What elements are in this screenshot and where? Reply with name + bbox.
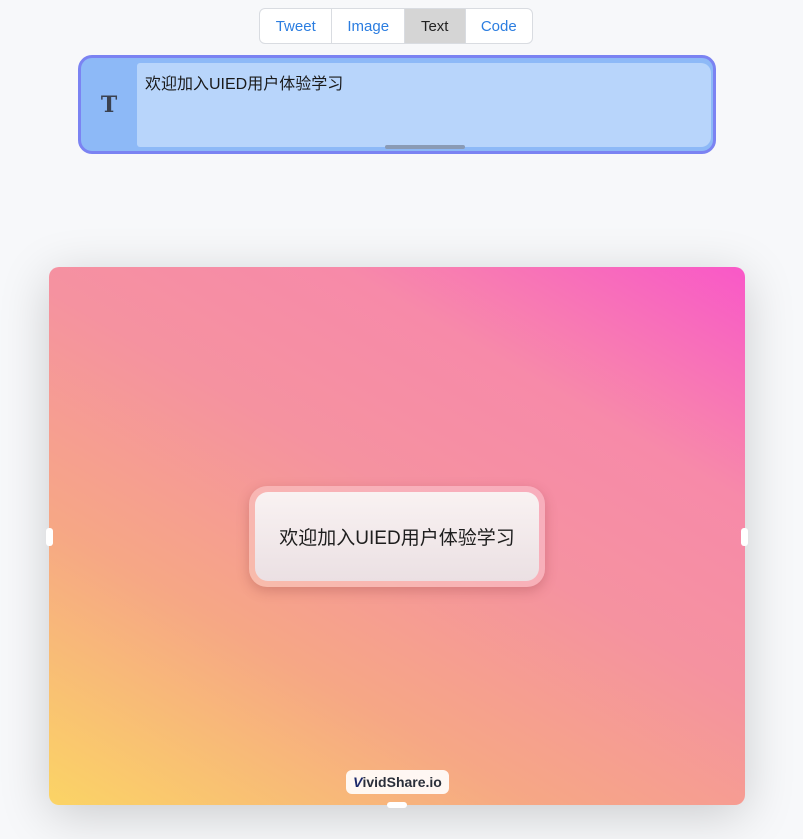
text-input[interactable]: 欢迎加入UIED用户体验学习 xyxy=(137,63,711,147)
mode-tabs: Tweet Image Text Code xyxy=(259,8,533,44)
page: Tweet Image Text Code T 欢迎加入UIED用户体验学习 欢… xyxy=(0,0,803,839)
left-resize-handle[interactable] xyxy=(46,528,53,546)
text-card: 欢迎加入UIED用户体验学习 xyxy=(249,486,545,587)
bottom-resize-handle[interactable] xyxy=(387,802,407,808)
text-type-icon: T xyxy=(100,91,118,118)
right-resize-handle[interactable] xyxy=(741,528,748,546)
text-editor-panel: T 欢迎加入UIED用户体验学习 xyxy=(78,55,716,154)
watermark-badge[interactable]: VividShare.io xyxy=(346,770,449,794)
tab-code[interactable]: Code xyxy=(466,9,533,43)
resize-handle[interactable] xyxy=(385,145,465,149)
tab-text[interactable]: Text xyxy=(404,9,466,43)
tab-image[interactable]: Image xyxy=(332,9,405,43)
watermark-text: ividShare.io xyxy=(362,774,442,790)
watermark-logo-letter: V xyxy=(353,774,363,790)
tab-tweet[interactable]: Tweet xyxy=(260,9,333,43)
preview-canvas: 欢迎加入UIED用户体验学习 VividShare.io xyxy=(46,267,748,808)
card-text: 欢迎加入UIED用户体验学习 xyxy=(255,492,539,581)
